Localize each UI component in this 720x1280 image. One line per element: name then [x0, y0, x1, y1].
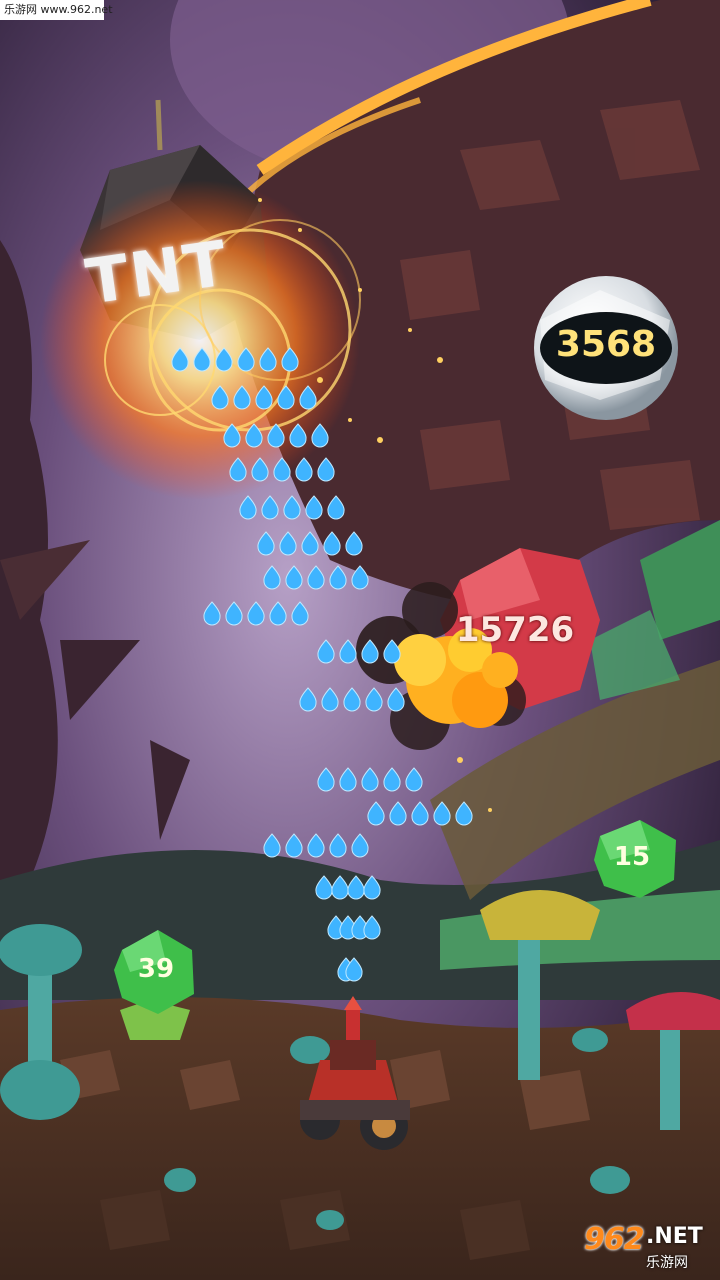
red-block-value: 15726 [455, 610, 575, 650]
watermark-num: 962 [584, 1222, 645, 1257]
explosion-flash [40, 180, 360, 500]
white-ball-value: 3568 [555, 324, 657, 365]
watermark-net: .NET [646, 1224, 703, 1249]
green-left-value: 39 [137, 954, 175, 984]
watermark-logo: 962 .NET 乐游网 [582, 1222, 714, 1276]
watermark-top: 乐游网 www.962.net [0, 0, 113, 20]
green-right-value: 15 [613, 842, 651, 872]
watermark-cn: 乐游网 [646, 1255, 688, 1271]
game-background [0, 0, 720, 1280]
game-scene[interactable]: TNT 3568 15726 15 39 乐游网 www.962.net 962… [0, 0, 720, 1280]
